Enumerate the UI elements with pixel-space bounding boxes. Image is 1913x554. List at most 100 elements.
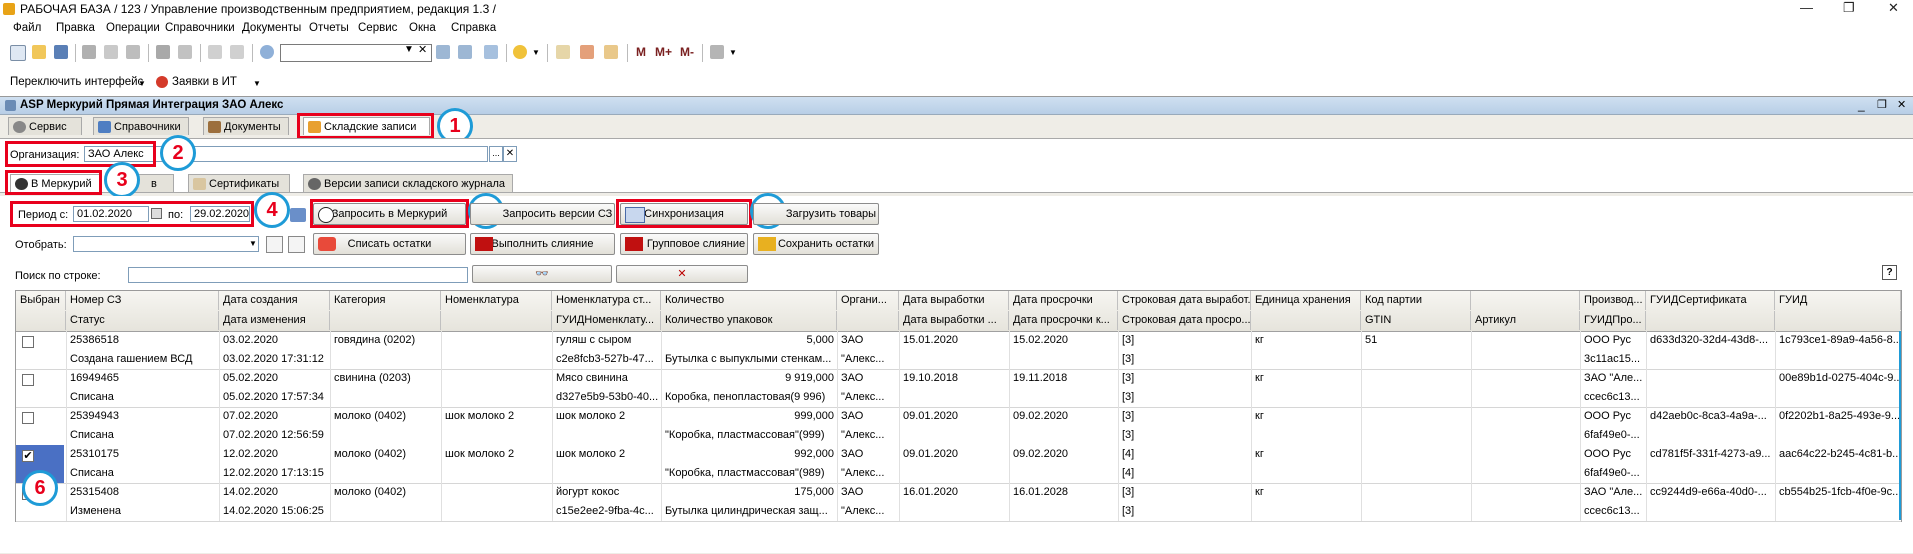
menu-help[interactable]: Справка [451,22,496,34]
request-versions-button[interactable]: Запросить версии СЗ [470,203,615,225]
header-cell[interactable]: Дата выработки ... [899,311,1009,330]
chevron-down-icon[interactable]: ▼ [729,48,737,57]
table-row[interactable]: 25394943 07.02.2020 молоко (0402) шок молок… [16,407,1901,445]
header-cell[interactable]: Номенклатура ст... [552,291,661,310]
header-cell[interactable]: Дата выработки [899,291,1009,310]
group-merge-button[interactable]: Групповое слияние [620,233,748,255]
header-cell[interactable]: ГУИД [1775,291,1901,310]
open-folder-icon[interactable] [32,45,46,59]
print-preview-icon[interactable] [178,45,192,59]
close-icon[interactable]: ✕ [1897,98,1906,111]
undo-icon[interactable] [208,45,222,59]
menu-service[interactable]: Сервис [358,22,397,34]
redo-icon[interactable] [230,45,244,59]
scrollbar[interactable] [1899,331,1901,520]
paste-icon[interactable] [126,45,140,59]
cut-icon[interactable] [82,45,96,59]
memory-button[interactable]: M [636,45,646,59]
minimize-icon[interactable]: _ [1858,98,1865,112]
period-select-icon[interactable] [290,208,306,222]
subtab-to-mercury[interactable]: В Меркурий [10,174,100,192]
filter-select[interactable] [73,236,259,252]
header-cell[interactable] [16,311,66,330]
period-to-field[interactable]: 29.02.2020 [190,206,250,222]
print-icon[interactable] [156,45,170,59]
chevron-down-icon[interactable]: ▼ [249,239,257,248]
header-cell[interactable]: Дата изменения [219,311,330,330]
header-cell[interactable]: Дата просрочки к... [1009,311,1118,330]
sync-button[interactable]: Синхронизация [620,203,748,225]
chevron-down-icon[interactable]: ▼ [404,44,414,55]
calculator-icon[interactable] [556,45,570,59]
tab-service[interactable]: Сервис [8,117,82,135]
memory-minus-button[interactable]: M- [680,45,694,59]
row-select-checkbox[interactable]: ✔ [22,450,34,462]
menu-catalogs[interactable]: Справочники [165,22,235,34]
switch-interface-button[interactable]: Переключить интерфейс [10,76,143,88]
header-cell[interactable]: Строковая дата просро... [1118,311,1251,330]
header-cell[interactable]: Единица хранения [1251,291,1361,310]
header-cell[interactable] [1471,291,1580,310]
header-cell[interactable]: Номенклатура [441,291,552,310]
menu-windows[interactable]: Окна [409,22,436,34]
search-icon[interactable] [260,45,274,59]
menu-reports[interactable]: Отчеты [309,22,349,34]
header-cell[interactable]: ГУИДНоменклату... [552,311,661,330]
minimize-icon[interactable]: — [1800,0,1813,15]
save-remainders-button[interactable]: Сохранить остатки [753,233,879,255]
header-cell[interactable] [837,311,899,330]
write-off-button[interactable]: Списать остатки [313,233,466,255]
memory-plus-button[interactable]: M+ [655,45,672,59]
close-icon[interactable]: ✕ [1888,0,1899,16]
request-mercury-button[interactable]: Запросить в Меркурий [313,203,466,225]
header-cell[interactable] [441,311,552,330]
filter-copy-icon[interactable] [288,236,305,253]
help-icon[interactable]: ? [1882,265,1897,280]
it-requests-button[interactable]: Заявки в ИТ [172,76,237,88]
copy-icon[interactable] [104,45,118,59]
notepad-icon[interactable] [604,45,618,59]
chevron-down-icon[interactable]: ▼ [532,48,540,57]
menu-operations[interactable]: Операции [106,22,160,34]
header-cell[interactable]: Код партии [1361,291,1471,310]
row-select-checkbox[interactable] [22,336,34,348]
header-cell[interactable]: Органи... [837,291,899,310]
calendar-icon[interactable] [580,45,594,59]
clear-icon[interactable]: ✕ [418,43,427,56]
header-cell[interactable]: Количество [661,291,837,310]
table-row[interactable]: 25386518 03.02.2020 говядина (0202) гуляш с… [16,331,1901,369]
new-document-icon[interactable] [10,45,26,61]
row-select-checkbox[interactable] [22,412,34,424]
load-goods-button[interactable]: Загрузить товары [753,203,879,225]
subtab-journal-versions[interactable]: Версии записи складского журнала [303,174,513,192]
restore-icon[interactable]: ❐ [1877,98,1887,111]
find-prev-icon[interactable] [458,45,472,59]
org-field[interactable]: ЗАО Алекс [84,146,488,162]
header-cell[interactable] [1646,311,1775,330]
menu-file[interactable]: Файл [13,22,41,34]
search-forward-button[interactable]: 👓 [472,265,612,283]
tab-catalogs[interactable]: Справочники [93,117,189,135]
header-cell[interactable]: Производ... [1580,291,1646,310]
table-row[interactable]: 25315408 14.02.2020 молоко (0402) йогурт ко… [16,483,1901,521]
period-from-field[interactable]: 01.02.2020 [73,206,149,222]
chevron-down-icon[interactable]: ▼ [253,79,261,88]
row-search-input[interactable] [128,267,468,283]
header-cell[interactable]: Количество упаковок [661,311,837,330]
tab-documents[interactable]: Документы [203,117,289,135]
header-cell[interactable]: Статус [66,311,219,330]
header-cell[interactable] [1775,311,1901,330]
menu-edit[interactable]: Правка [56,22,95,34]
header-cell[interactable]: Номер СЗ [66,291,219,310]
table-row[interactable]: 16949465 05.02.2020 свинина (0203) Мясо сви… [16,369,1901,407]
filter-settings-icon[interactable] [266,236,283,253]
tab-warehouse-records[interactable]: Складские записи [303,117,430,135]
header-cell[interactable]: Артикул [1471,311,1580,330]
header-cell[interactable]: Дата создания [219,291,330,310]
clear-icon[interactable]: ✕ [503,146,517,162]
header-cell[interactable]: ГУИДСертификата [1646,291,1775,310]
subtab-certificates[interactable]: Сертификаты [188,174,290,192]
calendar-icon[interactable] [151,208,162,219]
tools-icon[interactable] [710,45,724,59]
info-icon[interactable] [513,45,527,59]
